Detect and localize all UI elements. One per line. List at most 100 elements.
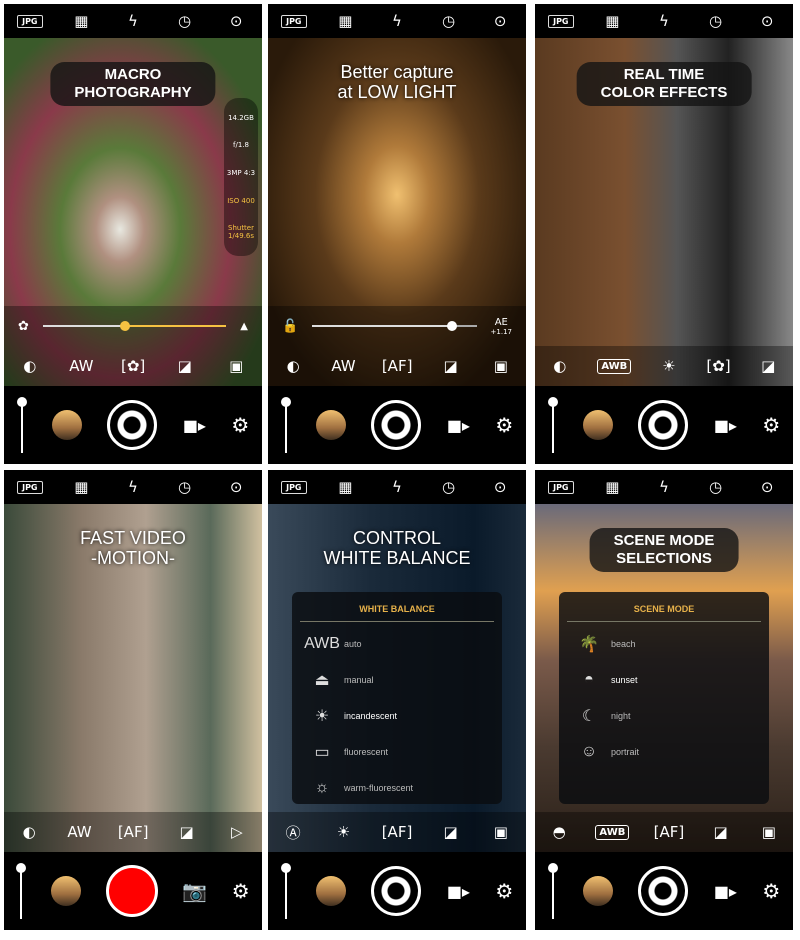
exposure-icon[interactable]: ◪ [173, 357, 197, 375]
flash-auto-icon[interactable]: ϟ [120, 12, 146, 30]
slider-knob[interactable] [120, 321, 131, 331]
blend-icon[interactable]: ◐ [17, 823, 41, 841]
blend-icon[interactable]: ◐ [548, 357, 572, 375]
video-camera-icon[interactable]: ■▸ [183, 416, 206, 435]
camera-switch-icon[interactable]: ⊙ [223, 478, 249, 496]
gallery-thumbnail[interactable] [52, 410, 83, 440]
incandescent-icon[interactable]: ☀ [331, 823, 355, 841]
landscape-icon[interactable]: ▲ [240, 321, 248, 332]
grid-off-icon[interactable]: ▦ [599, 12, 625, 30]
menu-item-auto[interactable]: AWB auto [300, 626, 494, 662]
video-camera-icon[interactable]: ■▸ [447, 416, 470, 435]
camera-preview[interactable]: FAST VIDEO -MOTION- [4, 504, 262, 852]
gallery-icon[interactable]: ▣ [757, 823, 781, 841]
menu-item-portrait[interactable]: ☺ portrait [567, 734, 761, 770]
menu-item-sunset[interactable]: ◓ sunset [567, 662, 761, 698]
gallery-thumbnail[interactable] [583, 410, 614, 440]
play-icon[interactable]: ▷ [225, 823, 249, 841]
exposure-icon[interactable]: ◪ [439, 357, 463, 375]
video-camera-icon[interactable]: ■▸ [714, 882, 737, 901]
settings-gear-icon[interactable]: ⚙ [762, 413, 780, 437]
zoom-slider[interactable] [547, 863, 558, 919]
camera-mode-icon[interactable]: 📷 [182, 879, 207, 903]
camera-switch-icon[interactable]: ⊙ [487, 12, 513, 30]
auto-white-balance-icon[interactable]: AW [69, 357, 93, 375]
timer-icon[interactable]: ◷ [436, 478, 462, 496]
grid-off-icon[interactable]: ▦ [68, 478, 94, 496]
camera-switch-icon[interactable]: ⊙ [487, 478, 513, 496]
shutter-button[interactable] [371, 866, 422, 916]
camera-switch-icon[interactable]: ⊙ [223, 12, 249, 30]
auto-white-balance-icon[interactable]: AW [331, 357, 355, 375]
menu-item-night[interactable]: ☾ night [567, 698, 761, 734]
timer-icon[interactable]: ◷ [703, 478, 729, 496]
grid-off-icon[interactable]: ▦ [68, 12, 94, 30]
jpg-format-icon[interactable]: JPG [16, 14, 43, 28]
jpg-format-icon[interactable]: JPG [280, 480, 307, 494]
auto-white-balance-icon[interactable]: AW [67, 823, 91, 841]
grid-off-icon[interactable]: ▦ [332, 12, 358, 30]
menu-item-beach[interactable]: 🌴 beach [567, 626, 761, 662]
exposure-icon[interactable]: ◪ [439, 823, 463, 841]
menu-item-warm-fluorescent[interactable]: ☼ warm-fluorescent [300, 770, 494, 806]
settings-gear-icon[interactable]: ⚙ [232, 879, 250, 903]
menu-item-manual[interactable]: ⏏ manual [300, 662, 494, 698]
ae-label[interactable]: AE +1.17 [491, 317, 512, 336]
menu-item-incandescent[interactable]: ☀ incandescent [300, 698, 494, 734]
settings-gear-icon[interactable]: ⚙ [231, 413, 249, 437]
macro-flower-icon[interactable]: ✿ [18, 319, 29, 334]
video-camera-icon[interactable]: ■▸ [714, 416, 737, 435]
jpg-format-icon[interactable]: JPG [547, 14, 574, 28]
grid-off-icon[interactable]: ▦ [599, 478, 625, 496]
settings-gear-icon[interactable]: ⚙ [495, 413, 513, 437]
flash-auto-icon[interactable]: ϟ [384, 478, 410, 496]
settings-gear-icon[interactable]: ⚙ [495, 879, 513, 903]
jpg-format-icon[interactable]: JPG [280, 14, 307, 28]
gallery-icon[interactable]: ▣ [489, 823, 513, 841]
zoom-slider[interactable] [16, 397, 27, 453]
timer-icon[interactable]: ◷ [436, 12, 462, 30]
shutter-button[interactable] [107, 400, 158, 450]
flash-auto-icon[interactable]: ϟ [651, 478, 677, 496]
zoom-slider[interactable] [547, 397, 558, 453]
auto-icon[interactable]: Ⓐ [281, 822, 305, 843]
gallery-thumbnail[interactable] [316, 410, 347, 440]
zoom-slider[interactable] [280, 863, 291, 919]
video-camera-icon[interactable]: ■▸ [447, 882, 470, 901]
blend-icon[interactable]: ◐ [18, 357, 42, 375]
exposure-icon[interactable]: ◪ [709, 823, 733, 841]
awb-icon[interactable]: AWB [597, 358, 632, 374]
shutter-button[interactable] [638, 866, 689, 916]
zoom-slider[interactable] [16, 863, 27, 919]
gallery-thumbnail[interactable] [316, 876, 347, 906]
flash-auto-icon[interactable]: ϟ [384, 12, 410, 30]
blend-icon[interactable]: ◐ [281, 357, 305, 375]
gallery-thumbnail[interactable] [50, 876, 81, 906]
exposure-icon[interactable]: ◪ [756, 357, 780, 375]
focus-icon[interactable]: [✿] [121, 357, 145, 375]
zoom-slider[interactable] [280, 397, 291, 453]
settings-gear-icon[interactable]: ⚙ [762, 879, 780, 903]
unlock-icon[interactable]: 🔓 [282, 319, 298, 334]
autofocus-icon[interactable]: [AF] [118, 823, 149, 841]
focus-slider[interactable] [42, 321, 227, 331]
autofocus-icon[interactable]: [AF] [382, 823, 413, 841]
camera-preview[interactable]: CONTROL WHITE BALANCE WHITE BALANCE AWB auto… [268, 504, 526, 852]
awb-icon[interactable]: AWB [595, 824, 630, 840]
camera-switch-icon[interactable]: ⊙ [754, 12, 780, 30]
gallery-thumbnail[interactable] [583, 876, 614, 906]
jpg-format-icon[interactable]: JPG [16, 480, 43, 494]
camera-switch-icon[interactable]: ⊙ [754, 478, 780, 496]
flash-auto-icon[interactable]: ϟ [651, 12, 677, 30]
camera-preview[interactable]: SCENE MODE SELECTIONS SCENE MODE 🌴 beach ◓ sun… [535, 504, 793, 852]
sunset-icon[interactable]: ◓ [547, 823, 571, 841]
gallery-icon[interactable]: ▣ [489, 357, 513, 375]
focus-icon[interactable]: [✿] [706, 357, 730, 375]
incandescent-icon[interactable]: ☀ [657, 357, 681, 375]
timer-icon[interactable]: ◷ [172, 12, 198, 30]
exposure-icon[interactable]: ◪ [175, 823, 199, 841]
timer-icon[interactable]: ◷ [703, 12, 729, 30]
timer-icon[interactable]: ◷ [172, 478, 198, 496]
autofocus-icon[interactable]: [AF] [654, 823, 685, 841]
record-button[interactable] [105, 865, 158, 917]
